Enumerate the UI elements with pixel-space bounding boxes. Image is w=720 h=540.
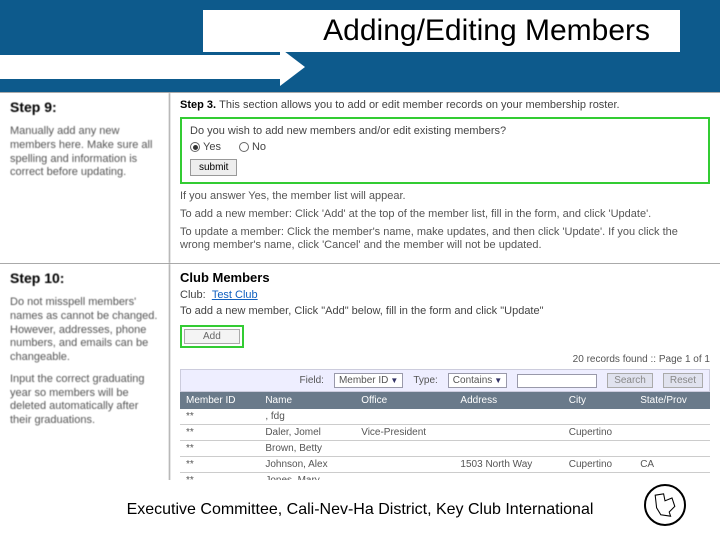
radio-yes-label: Yes <box>203 141 221 153</box>
step10-text1: Do not misspell members' names as cannot… <box>10 296 159 365</box>
question-text: Do you wish to add new members and/or ed… <box>190 125 700 137</box>
cell <box>355 457 454 473</box>
step3-line: Step 3. This section allows you to add o… <box>180 99 710 111</box>
cell <box>634 409 710 425</box>
field-select[interactable]: Member ID▼ <box>334 373 403 388</box>
step3-bold: Step 3. <box>180 99 216 111</box>
step9-left: Step 9: Manually add any new members her… <box>0 93 170 263</box>
records-count: 20 records found :: Page 1 of 1 <box>180 354 710 365</box>
cell <box>454 441 562 457</box>
th-memberid[interactable]: Member ID <box>180 392 259 409</box>
type-select[interactable]: Contains▼ <box>448 373 507 388</box>
cell: Vice-President <box>355 425 454 441</box>
cell: ** <box>180 425 259 441</box>
add-button-highlight: Add <box>180 325 244 348</box>
filter-input[interactable] <box>517 374 597 388</box>
th-city[interactable]: City <box>563 392 634 409</box>
cell <box>563 409 634 425</box>
cell: Johnson, Alex <box>259 457 355 473</box>
th-office[interactable]: Office <box>355 392 454 409</box>
members-table: Member ID Name Office Address City State… <box>180 392 710 489</box>
chevron-down-icon: ▼ <box>390 376 398 385</box>
arrow-tip-icon <box>280 48 305 86</box>
footer: Executive Committee, Cali-Nev-Ha Distric… <box>0 480 720 540</box>
table-row[interactable]: **Brown, Betty <box>180 441 710 457</box>
instr2: To add a new member: Click 'Add' at the … <box>180 208 710 222</box>
cell <box>634 441 710 457</box>
cell: CA <box>634 457 710 473</box>
question-box: Do you wish to add new members and/or ed… <box>180 117 710 184</box>
club-label: Club: <box>180 289 206 301</box>
cell <box>563 441 634 457</box>
type-label: Type: <box>413 375 437 386</box>
cell <box>355 409 454 425</box>
radio-unselected-icon <box>239 142 249 152</box>
th-state[interactable]: State/Prov <box>634 392 710 409</box>
cell: Cupertino <box>563 457 634 473</box>
step9-text: Manually add any new members here. Make … <box>10 125 159 180</box>
step10-heading: Step 10: <box>10 270 159 286</box>
reset-button[interactable]: Reset <box>663 373 703 388</box>
th-address[interactable]: Address <box>454 392 562 409</box>
district-logo-icon <box>644 484 686 526</box>
step10-text2: Input the correct graduating year so mem… <box>10 373 159 428</box>
club-line: Club: Test Club <box>180 289 710 301</box>
club-instr: To add a new member, Click "Add" below, … <box>180 305 710 317</box>
cell: Daler, Jomel <box>259 425 355 441</box>
th-name[interactable]: Name <box>259 392 355 409</box>
field-label: Field: <box>300 375 324 386</box>
step3-rest: This section allows you to add or edit m… <box>219 99 619 111</box>
table-header-row: Member ID Name Office Address City State… <box>180 392 710 409</box>
instr3: To update a member: Click the member's n… <box>180 226 710 254</box>
step9-right: Step 3. This section allows you to add o… <box>170 93 720 263</box>
radio-group: Yes No <box>190 141 700 153</box>
cell: Brown, Betty <box>259 441 355 457</box>
club-members-title: Club Members <box>180 270 710 285</box>
radio-no[interactable]: No <box>239 141 266 153</box>
submit-button[interactable]: submit <box>190 159 237 176</box>
cell: Cupertino <box>563 425 634 441</box>
cell: 1503 North Way <box>454 457 562 473</box>
filter-bar: Field: Member ID▼ Type: Contains▼ Search… <box>180 369 710 392</box>
add-button[interactable]: Add <box>184 329 240 344</box>
step10-right: Club Members Club: Test Club To add a ne… <box>170 264 720 495</box>
chevron-down-icon: ▼ <box>494 376 502 385</box>
step10-row: Step 10: Do not misspell members' names … <box>0 263 720 495</box>
step9-row: Step 9: Manually add any new members her… <box>0 92 720 263</box>
page-title: Adding/Editing Members <box>203 10 680 52</box>
step10-left: Step 10: Do not misspell members' names … <box>0 264 170 495</box>
step9-heading: Step 9: <box>10 99 159 115</box>
field-value: Member ID <box>339 375 388 386</box>
cell <box>355 441 454 457</box>
cell: ** <box>180 409 259 425</box>
type-value: Contains <box>453 375 492 386</box>
cell: , fdg <box>259 409 355 425</box>
table-row[interactable]: **Johnson, Alex 1503 North WayCupertinoCA <box>180 457 710 473</box>
table-body: **, fdg **Daler, JomelVice-PresidentCupe… <box>180 409 710 489</box>
table-row[interactable]: **, fdg <box>180 409 710 425</box>
radio-no-label: No <box>252 141 266 153</box>
slide-header: Adding/Editing Members <box>0 0 720 92</box>
cell: ** <box>180 441 259 457</box>
instr1: If you answer Yes, the member list will … <box>180 190 710 204</box>
cell <box>454 425 562 441</box>
cell <box>634 425 710 441</box>
club-name-link[interactable]: Test Club <box>212 289 258 301</box>
footer-text: Executive Committee, Cali-Nev-Ha Distric… <box>127 501 594 519</box>
cell <box>454 409 562 425</box>
search-button[interactable]: Search <box>607 373 653 388</box>
table-row[interactable]: **Daler, JomelVice-President Cupertino <box>180 425 710 441</box>
radio-yes[interactable]: Yes <box>190 141 221 153</box>
radio-selected-icon <box>190 142 200 152</box>
cell: ** <box>180 457 259 473</box>
arrow-bar <box>0 55 280 79</box>
